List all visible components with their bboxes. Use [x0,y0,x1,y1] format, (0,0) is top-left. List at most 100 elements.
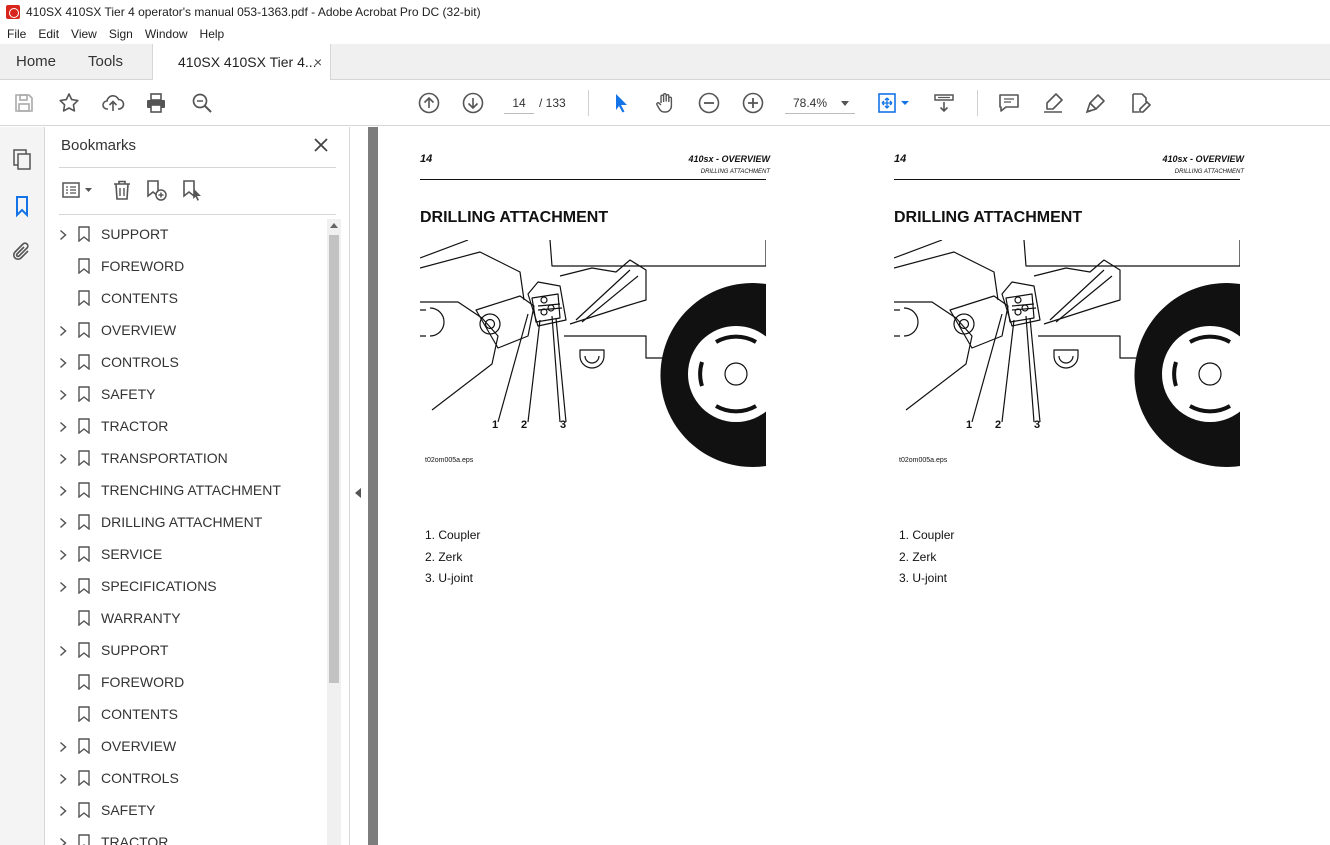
menu-sign[interactable]: Sign [109,27,133,41]
paperclip-attachments-icon[interactable] [10,240,34,264]
highlight-pen-icon[interactable] [1041,91,1065,115]
bookmarks-scrollbar[interactable] [327,219,341,845]
window-title: 410SX 410SX Tier 4 operator's manual 053… [26,5,481,19]
select-cursor-icon[interactable] [609,91,633,115]
bookmark-label: CONTENTS [101,706,178,722]
tab-close-icon[interactable]: × [314,44,322,80]
star-icon[interactable] [57,91,81,115]
close-icon[interactable] [312,136,330,154]
page-thumbnails-icon[interactable] [10,147,34,171]
zoom-level-select[interactable]: 78.4% [785,92,855,114]
bookmark-item[interactable]: CONTROLS [45,346,327,378]
bookmark-icon [78,450,90,467]
zoom-in-icon[interactable] [741,91,765,115]
menu-help[interactable]: Help [200,27,225,41]
page-number-input[interactable]: 14 [504,92,534,114]
bookmark-item[interactable]: CONTENTS [45,282,327,314]
previous-page-icon[interactable] [417,91,441,115]
bookmark-item[interactable]: CONTROLS [45,762,327,794]
bookmark-label: CONTROLS [101,354,179,370]
edit-pdf-icon[interactable] [1128,91,1152,115]
running-header-title: 410sx - OVERVIEW [1162,154,1244,164]
zoom-out-icon[interactable] [697,91,721,115]
running-header-subtitle: DRILLING ATTACHMENT [1174,169,1244,175]
chevron-right-icon[interactable] [58,772,68,785]
bookmark-icon [78,386,90,403]
menu-file[interactable]: File [7,27,26,41]
divider [59,167,336,168]
fit-page-icon[interactable] [876,91,912,115]
figure-filename: t02om005a.eps [899,457,948,464]
chevron-right-icon[interactable] [58,740,68,753]
bookmark-item[interactable]: TRANSPORTATION [45,442,327,474]
bookmark-item[interactable]: OVERVIEW [45,730,327,762]
menu-edit[interactable]: Edit [38,27,59,41]
chevron-right-icon[interactable] [58,228,68,241]
callout-3: 3 [1034,419,1040,431]
bookmark-options-icon[interactable] [61,178,95,202]
hand-tool-icon[interactable] [653,91,677,115]
bookmark-item[interactable]: SPECIFICATIONS [45,570,327,602]
tab-home[interactable]: Home [16,44,56,80]
chevron-right-icon[interactable] [58,420,68,433]
chevron-right-icon[interactable] [58,804,68,817]
bookmark-icon [78,418,90,435]
bookmark-item[interactable]: CONTENTS [45,698,327,730]
bookmark-item[interactable]: TRACTOR [45,410,327,442]
print-icon[interactable] [144,91,168,115]
collapse-panel-arrow-icon[interactable] [355,488,361,498]
legend-item: 2. Zerk [899,549,937,564]
scrollbar-thumb[interactable] [329,235,339,683]
chevron-right-icon[interactable] [58,836,68,845]
next-page-icon[interactable] [461,91,485,115]
scroll-up-arrow-icon[interactable] [330,223,338,228]
chevron-right-icon[interactable] [58,548,68,561]
menu-view[interactable]: View [71,27,97,41]
sign-pen-icon[interactable] [1084,91,1108,115]
bookmark-item[interactable]: SUPPORT [45,218,327,250]
scroll-mode-icon[interactable] [932,91,956,115]
bookmark-label: TRACTOR [101,418,169,434]
comment-icon[interactable] [997,91,1021,115]
bookmark-label: CONTENTS [101,290,178,306]
menu-window[interactable]: Window [145,27,188,41]
chevron-right-icon[interactable] [58,324,68,337]
bookmark-panel-icon[interactable] [10,194,34,218]
bookmark-item[interactable]: DRILLING ATTACHMENT [45,506,327,538]
search-zoom-icon[interactable] [190,91,214,115]
bookmark-item[interactable]: FOREWORD [45,250,327,282]
bookmark-item[interactable]: SERVICE [45,538,327,570]
delete-bookmark-icon[interactable] [110,178,134,202]
bookmark-item[interactable]: TRACTOR [45,826,327,845]
bookmark-item[interactable]: WARRANTY [45,602,327,634]
panel-splitter[interactable] [350,127,368,845]
page-total: / 133 [539,96,566,110]
chevron-right-icon[interactable] [58,452,68,465]
document-view[interactable]: 14 410sx - OVERVIEW DRILLING ATTACHMENT DRI… [368,127,1330,845]
bookmark-item[interactable]: SAFETY [45,794,327,826]
bookmark-icon [78,770,90,787]
bookmark-from-selection-icon[interactable] [180,178,204,202]
chevron-right-icon[interactable] [58,644,68,657]
chevron-right-icon[interactable] [58,388,68,401]
bookmark-label: SAFETY [101,386,156,402]
bookmark-icon [78,226,90,243]
chevron-right-icon[interactable] [58,484,68,497]
bookmark-item[interactable]: TRENCHING ATTACHMENT [45,474,327,506]
chevron-right-icon[interactable] [58,580,68,593]
bookmark-item[interactable]: SAFETY [45,378,327,410]
bookmark-item[interactable]: FOREWORD [45,666,327,698]
main-toolbar: 14 / 133 78.4% [0,80,1330,126]
bookmark-label: TRANSPORTATION [101,450,228,466]
chevron-right-icon[interactable] [58,356,68,369]
upload-cloud-icon[interactable] [101,91,125,115]
chevron-right-icon[interactable] [58,516,68,529]
tab-tools[interactable]: Tools [88,44,123,80]
bookmark-item[interactable]: SUPPORT [45,634,327,666]
tab-document[interactable]: 410SX 410SX Tier 4... × [152,44,331,81]
legend-item: 3. U-joint [425,571,474,585]
save-icon[interactable] [12,91,36,115]
bookmark-item[interactable]: OVERVIEW [45,314,327,346]
new-bookmark-icon[interactable] [144,178,168,202]
bookmark-label: FOREWORD [101,258,185,274]
